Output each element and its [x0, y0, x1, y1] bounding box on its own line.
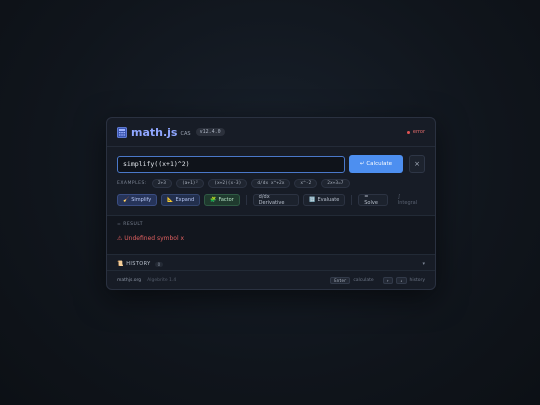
down-key-hint: ↓	[396, 277, 407, 284]
app-title: math.js	[131, 125, 178, 139]
solve-button[interactable]: = Solve	[358, 194, 388, 206]
calculator-panel: math.js CAS v12.4.0 error ↵ Calculate × …	[106, 117, 436, 290]
panel-header: math.js CAS v12.4.0 error	[107, 118, 435, 147]
status-dot-icon	[406, 130, 410, 134]
calculator-icon: 🔢	[309, 197, 316, 203]
input-row: ↵ Calculate ×	[107, 147, 435, 173]
clear-button[interactable]: ×	[409, 155, 425, 173]
expand-label: Expand	[175, 197, 195, 203]
status-text: error	[412, 129, 425, 135]
examples-row: EXAMPLES: 2+3 (a+1)² (x+2)(x-3) d/dx x^+…	[107, 173, 435, 188]
scroll-icon: 📜	[117, 261, 124, 267]
example-chip[interactable]: (x+2)(x-3)	[208, 179, 248, 188]
divider	[351, 195, 353, 205]
examples-label: EXAMPLES:	[117, 181, 147, 186]
history-count-badge: 0	[154, 261, 164, 267]
calculator-logo-icon	[117, 126, 127, 138]
integral-button[interactable]: ∫ Integral	[392, 194, 425, 206]
history-toggle[interactable]: 📜 HISTORY 0 ▾	[107, 258, 435, 271]
footer: mathjs.org Algebrite 1.4 Enter calculate…	[107, 273, 435, 288]
chevron-down-icon: ▾	[422, 261, 425, 267]
up-key-hint: ↑	[382, 277, 394, 284]
derivative-label: d/dx Derivative	[258, 194, 285, 206]
enter-key-hint: Enter	[330, 277, 351, 284]
simplify-label: Simplify	[131, 197, 152, 203]
library-link[interactable]: mathjs.org	[117, 278, 141, 283]
derivative-button[interactable]: d/dx Derivative	[252, 194, 300, 206]
result-label: = RESULT	[117, 222, 143, 227]
solve-label: = Solve	[364, 194, 378, 206]
expression-input[interactable]	[117, 155, 345, 173]
app-subtitle: CAS	[180, 130, 191, 137]
factor-button[interactable]: 🧩 Factor	[204, 194, 240, 206]
error-message: ⚠ Undefined symbol x	[117, 235, 185, 242]
status-indicator: error	[406, 129, 425, 135]
example-chip[interactable]: d/dx x^+2x	[251, 179, 291, 188]
expand-button[interactable]: 📐 Expand	[161, 194, 201, 206]
example-chip[interactable]: 2+3	[151, 179, 172, 188]
simplify-button[interactable]: 🧹 Simplify	[117, 194, 158, 206]
integral-label: ∫ Integral	[397, 194, 418, 206]
example-chip[interactable]: x^-2	[294, 179, 318, 188]
keyboard-hints: Enter calculate ↑ ↓ history	[330, 277, 425, 284]
example-chip[interactable]: (a+1)²	[175, 179, 205, 188]
engine-label: Algebrite 1.4	[147, 278, 177, 283]
operations-row: 🧹 Simplify 📐 Expand 🧩 Factor d/dx Deriva…	[107, 188, 435, 206]
history-hint-label: history	[409, 278, 425, 283]
divider	[245, 195, 247, 205]
broom-icon: 🧹	[123, 197, 130, 203]
example-chip[interactable]: 2x+3=7	[321, 179, 350, 188]
close-icon: ×	[414, 160, 420, 168]
factor-label: Factor	[218, 197, 234, 203]
result-panel: = RESULT ⚠ Undefined symbol x	[107, 215, 435, 255]
puzzle-icon: 🧩	[210, 197, 217, 203]
enter-hint-label: calculate	[353, 278, 374, 283]
history-title: HISTORY	[126, 261, 151, 267]
chart-icon: 📐	[167, 197, 174, 203]
evaluate-label: Evaluate	[317, 197, 340, 203]
version-badge: v12.4.0	[195, 128, 225, 136]
evaluate-button[interactable]: 🔢 Evaluate	[303, 194, 346, 206]
calculate-button[interactable]: ↵ Calculate	[349, 155, 403, 173]
